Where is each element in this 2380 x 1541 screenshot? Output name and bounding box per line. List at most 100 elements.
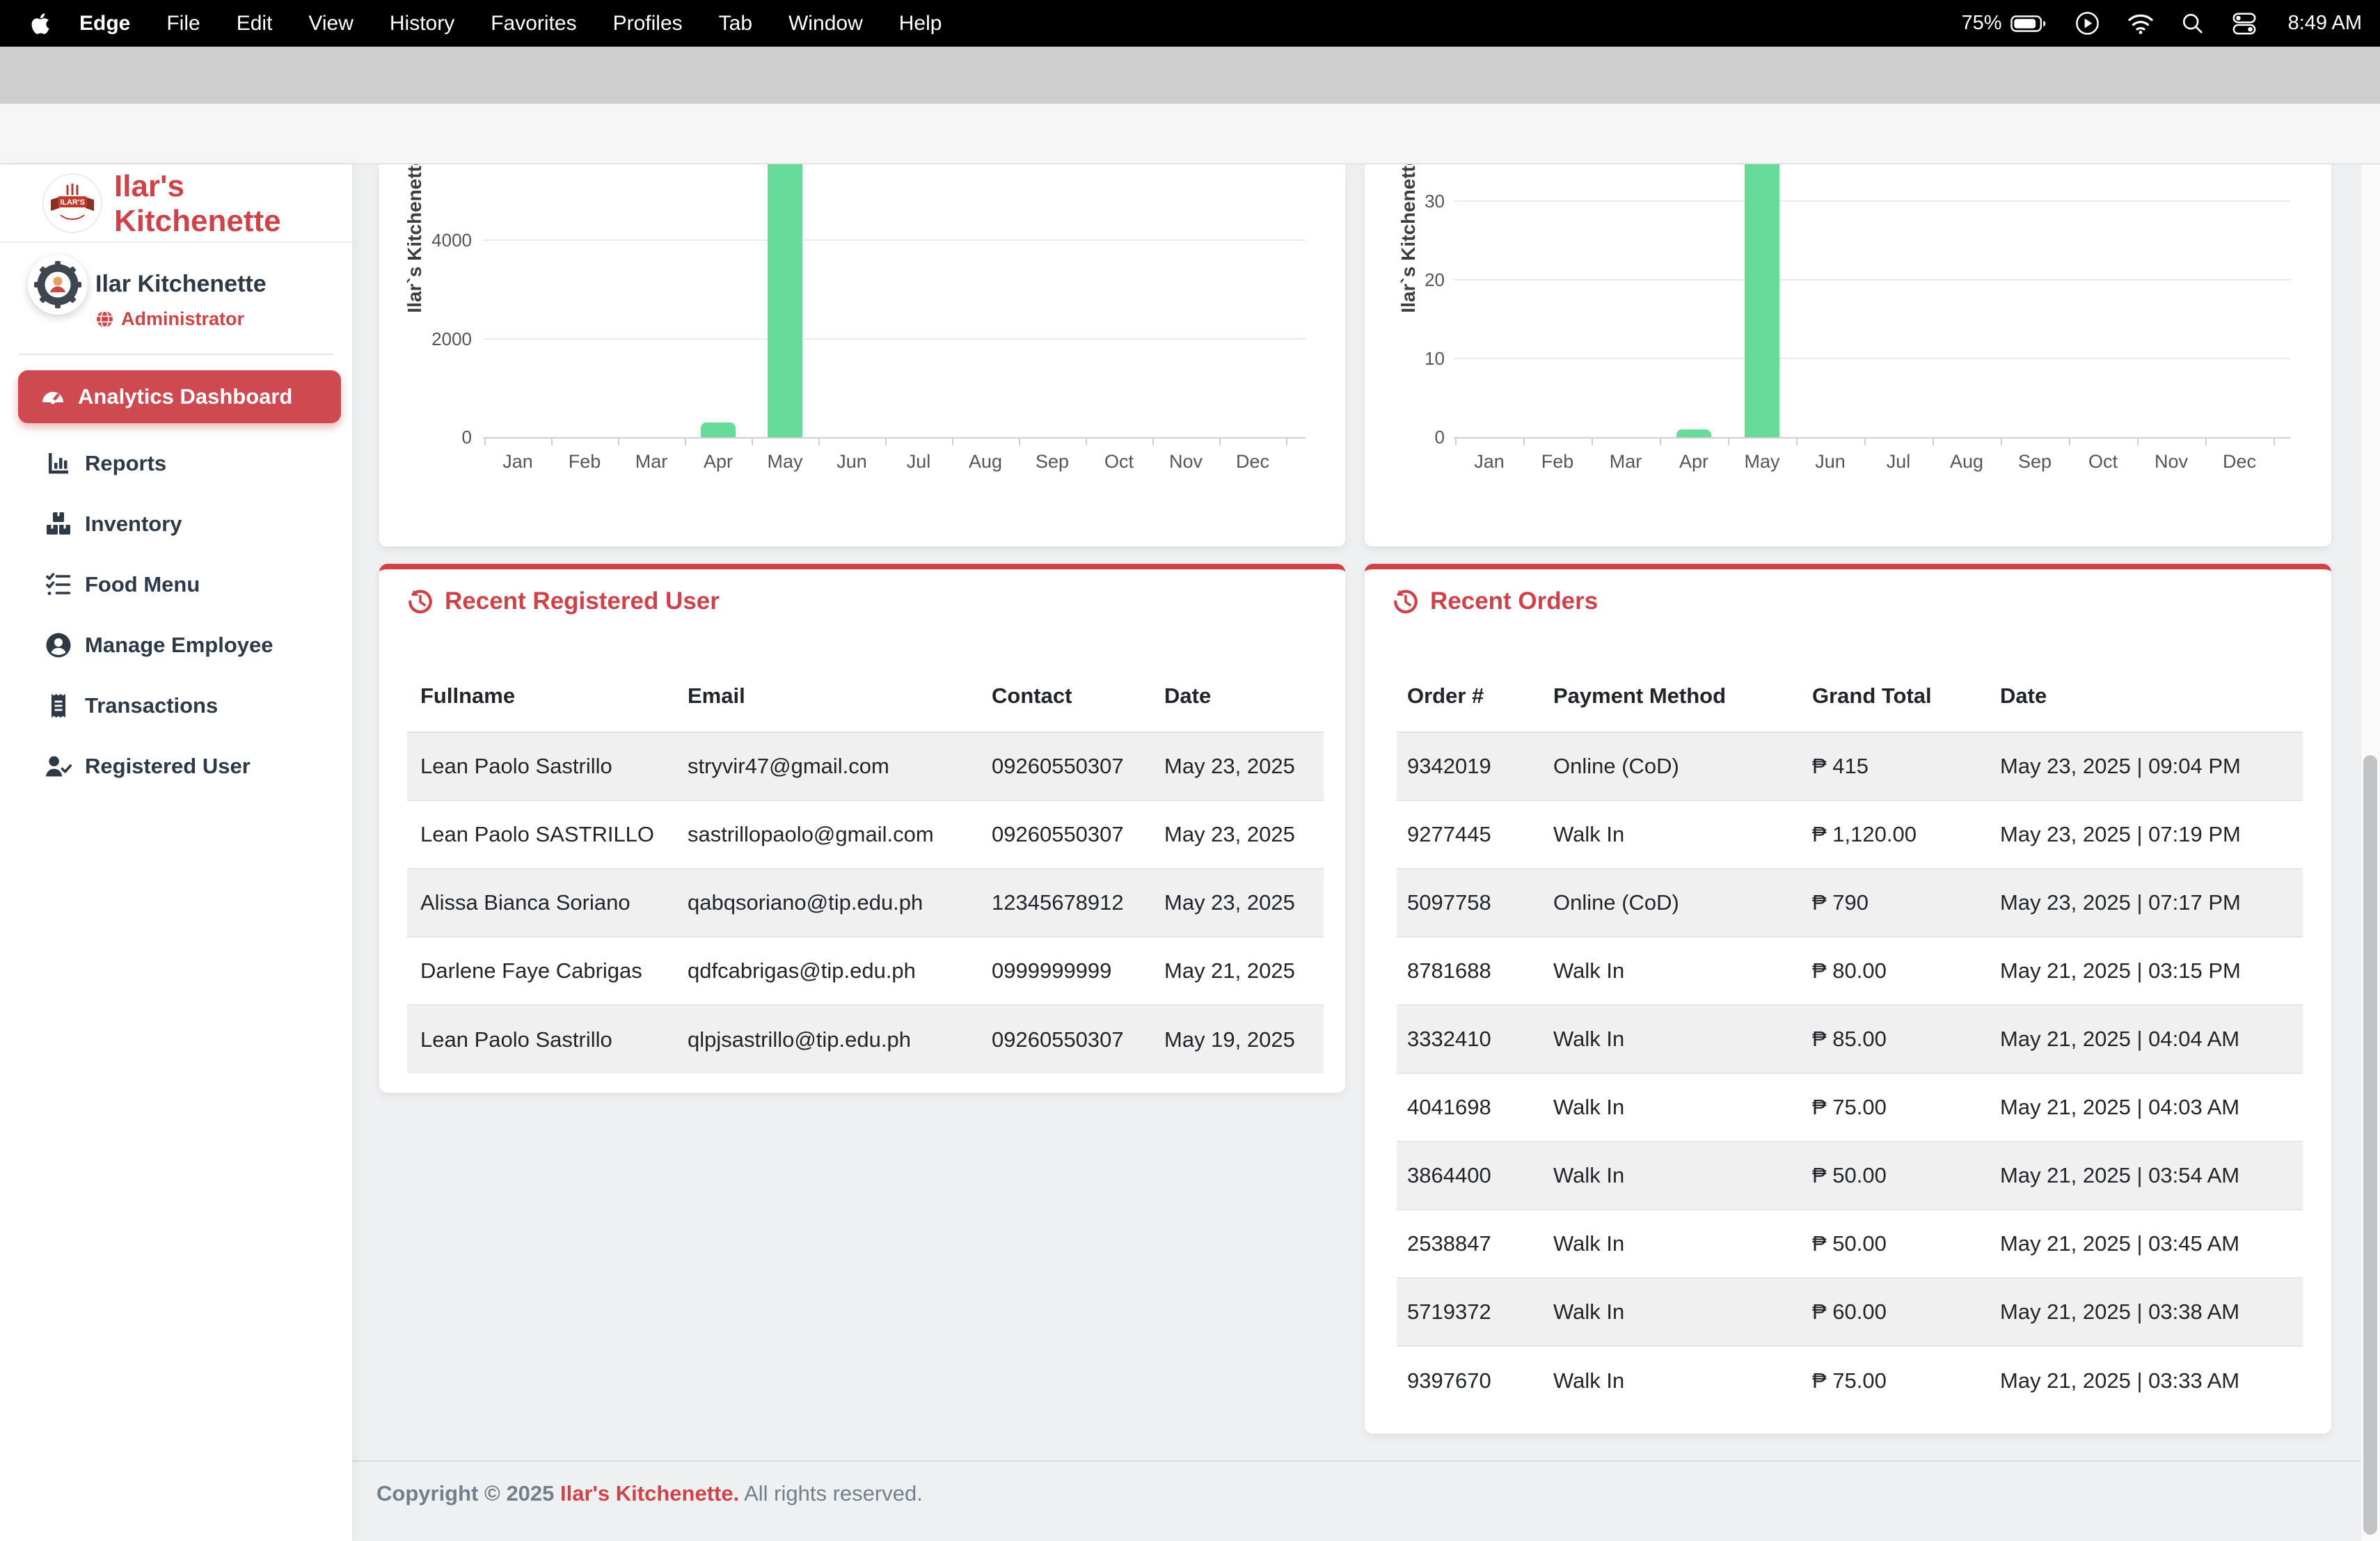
user-check-icon [45, 752, 72, 780]
battery-icon [2010, 14, 2048, 33]
sidebar-item-registered-user[interactable]: Registered User [0, 736, 352, 796]
apple-logo-icon[interactable] [31, 11, 51, 36]
table-cell: Lean Paolo Sastrillo [407, 1005, 674, 1073]
sidebar-item-analytics-dashboard[interactable]: Analytics Dashboard [18, 370, 341, 423]
y-tick-label: 10 [1365, 348, 1445, 370]
menu-item-edit[interactable]: Edit [237, 12, 273, 35]
column-header: Fullname [407, 660, 674, 732]
table-cell: 9342019 [1397, 732, 1543, 800]
table-cell: Walk In [1543, 1346, 1802, 1414]
brand-logo-icon: ILAR'S [42, 173, 102, 233]
menu-item-help[interactable]: Help [899, 12, 942, 35]
x-axis-tick [551, 437, 553, 445]
x-axis-tick [618, 437, 619, 445]
boxes-icon [45, 510, 72, 538]
x-tick-label: Mar [620, 451, 683, 473]
table-cell: qdfcabrigas@tip.edu.ph [674, 937, 978, 1005]
table-cell: Lean Paolo Sastrillo [407, 732, 674, 800]
table-cell: ₱ 80.00 [1802, 937, 1990, 1005]
browser-tab-bar: Reports | Ilar's Kitchenette ✕ + [0, 47, 2380, 104]
table-cell: May 23, 2025 | 07:19 PM [1990, 800, 2303, 869]
menu-item-file[interactable]: File [166, 12, 200, 35]
menu-item-history[interactable]: History [390, 12, 454, 35]
x-axis-tick [1592, 437, 1593, 445]
menu-item-favorites[interactable]: Favorites [491, 12, 576, 35]
table-cell: ₱ 50.00 [1802, 1210, 1990, 1278]
table-row: Lean Paolo SASTRILLOsastrillopaolo@gmail… [407, 800, 1324, 869]
column-header: Email [674, 660, 978, 732]
table-row: 3864400Walk In₱ 50.00May 21, 2025 | 03:5… [1397, 1141, 2303, 1210]
sidebar-item-food-menu[interactable]: Food Menu [0, 554, 352, 615]
browser-toolbar: https://ilar-kitchen.cloud/index.php ··· [0, 104, 2380, 164]
gridline [484, 239, 1306, 241]
table-cell: May 23, 2025 | 09:04 PM [1990, 732, 2303, 800]
menu-item-view[interactable]: View [308, 12, 353, 35]
x-axis-tick [952, 437, 953, 445]
x-axis-tick [1086, 437, 1087, 445]
brand-name: Ilar's Kitchenette [114, 164, 352, 243]
table-cell: May 21, 2025 | 04:03 AM [1990, 1073, 2303, 1141]
table-cell: 09260550307 [978, 800, 1151, 869]
recent-users-table: FullnameEmailContactDateLean Paolo Sastr… [407, 660, 1324, 1073]
gridline [484, 338, 1306, 340]
x-tick-label: Jan [1458, 451, 1521, 473]
menu-item-profiles[interactable]: Profiles [613, 12, 683, 35]
table-cell: Lean Paolo SASTRILLO [407, 800, 674, 869]
x-axis-line [484, 437, 1306, 438]
scrollbar-track[interactable] [2361, 164, 2380, 1541]
sidebar-item-manage-employee[interactable]: Manage Employee [0, 615, 352, 675]
x-tick-label: Oct [2072, 451, 2134, 473]
copyright-text: Copyright © 2025 [376, 1481, 560, 1506]
footer-brand: Ilar's Kitchenette. [560, 1481, 739, 1506]
table-cell: 3864400 [1397, 1141, 1543, 1210]
user-gear-avatar-icon[interactable] [27, 254, 88, 315]
globe-role-icon [95, 310, 114, 329]
wifi-icon[interactable] [2127, 13, 2155, 35]
menu-item-window[interactable]: Window [788, 12, 863, 35]
table-row: Lean Paolo Sastrilloqlpjsastrillo@tip.ed… [407, 1005, 1324, 1073]
sidebar-item-transactions[interactable]: Transactions [0, 675, 352, 736]
table-cell: 12345678912 [978, 869, 1151, 937]
table-cell: 3332410 [1397, 1005, 1543, 1073]
table-cell: May 21, 2025 | 03:54 AM [1990, 1141, 2303, 1210]
x-axis-tick [685, 437, 686, 445]
table-cell: 0999999999 [978, 937, 1151, 1005]
spotlight-search-icon[interactable] [2181, 12, 2205, 35]
column-header: Grand Total [1802, 660, 1990, 732]
table-cell: May 23, 2025 | 07:17 PM [1990, 869, 2303, 937]
play-icon[interactable] [2074, 10, 2100, 36]
x-axis-tick [1152, 437, 1154, 445]
user-panel: Ilar Kitchenette Administrator [0, 243, 352, 354]
bar-chart-icon [45, 450, 72, 477]
x-tick-label: Sep [2004, 451, 2066, 473]
x-axis-tick [1523, 437, 1525, 445]
table-cell: May 21, 2025 | 03:38 AM [1990, 1278, 2303, 1346]
table-row: 2538847Walk In₱ 50.00May 21, 2025 | 03:4… [1397, 1210, 2303, 1278]
column-header: Order # [1397, 660, 1543, 732]
y-tick-label: 30 [1365, 191, 1445, 212]
sidebar-item-label: Analytics Dashboard [78, 384, 292, 409]
recent-orders-table: Order #Payment MethodGrand TotalDate9342… [1397, 660, 2303, 1414]
recent-orders-card: Recent Orders Order #Payment MethodGrand… [1365, 564, 2331, 1434]
column-header: Contact [978, 660, 1151, 732]
bar-may [1745, 164, 1779, 437]
control-center-icon[interactable] [2231, 11, 2258, 36]
table-cell: 5097758 [1397, 869, 1543, 937]
card-title: Recent Orders [1393, 587, 1598, 615]
sidebar-item-inventory[interactable]: Inventory [0, 493, 352, 554]
table-cell: stryvir47@gmail.com [674, 732, 978, 800]
sidebar: ILAR'S Ilar's Kitchenette Ilar Kitchenet… [0, 164, 352, 1541]
sidebar-item-label: Reports [85, 451, 166, 476]
menu-item-tab[interactable]: Tab [719, 12, 752, 35]
sidebar-item-reports[interactable]: Reports [0, 433, 352, 493]
y-axis-label: Ilar`s Kitchenette [404, 164, 425, 338]
table-cell: Walk In [1543, 1278, 1802, 1346]
brand-row[interactable]: ILAR'S Ilar's Kitchenette [0, 164, 352, 243]
table-cell: Online (CoD) [1543, 869, 1802, 937]
table-cell: May 21, 2025 | 04:04 AM [1990, 1005, 2303, 1073]
table-row: 9277445Walk In₱ 1,120.00May 23, 2025 | 0… [1397, 800, 2303, 869]
menu-item-edge[interactable]: Edge [79, 12, 130, 35]
scrollbar-thumb[interactable] [2363, 755, 2377, 1535]
table-cell: May 21, 2025 | 03:45 AM [1990, 1210, 2303, 1278]
table-row: 8781688Walk In₱ 80.00May 21, 2025 | 03:1… [1397, 937, 2303, 1005]
